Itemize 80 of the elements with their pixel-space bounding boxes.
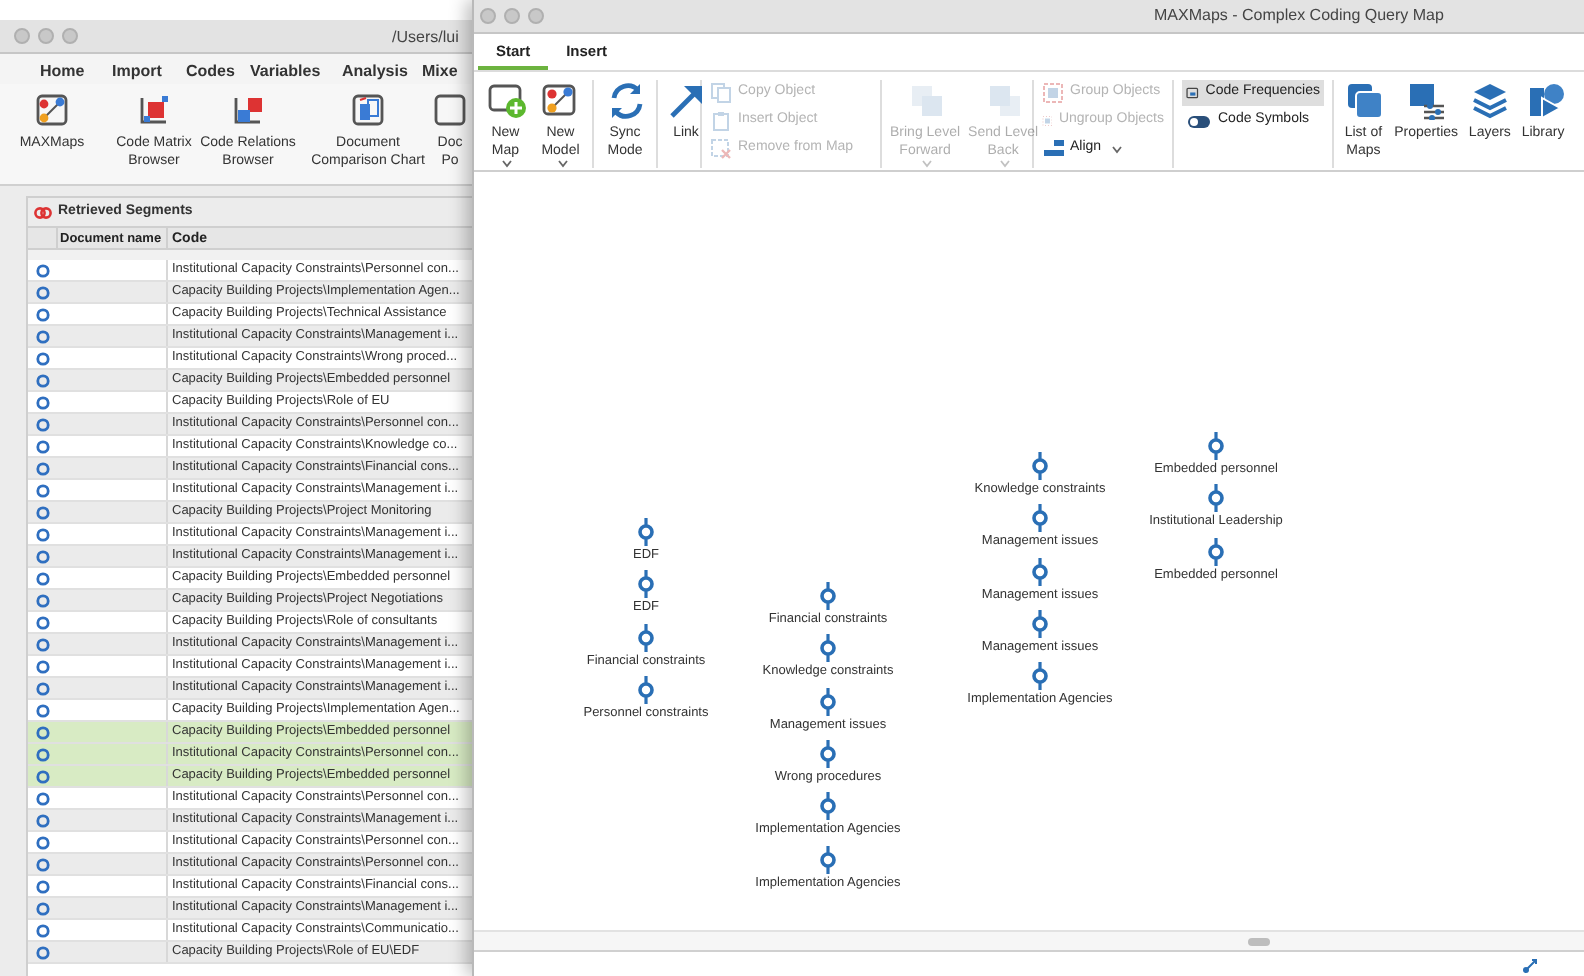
circle-icon <box>36 307 50 321</box>
clipboard-icon <box>710 110 732 132</box>
code-node-icon[interactable] <box>1208 537 1224 566</box>
circle-icon <box>36 549 50 563</box>
code-node-icon[interactable] <box>1208 432 1224 460</box>
matrix-icon <box>136 92 172 128</box>
ungroup-icon <box>1042 110 1053 132</box>
circle-icon <box>36 945 50 959</box>
code-node-icon[interactable] <box>1208 484 1224 513</box>
circle-icon <box>36 901 50 915</box>
circle-icon <box>36 923 50 937</box>
circle-icon <box>36 483 50 497</box>
group-icon <box>1042 82 1064 104</box>
remove-icon <box>710 138 732 160</box>
document-icon <box>432 92 468 128</box>
code-node-icon[interactable] <box>820 739 836 768</box>
code-node-icon[interactable] <box>1032 557 1048 586</box>
circle-icon <box>36 593 50 607</box>
frequencies-icon <box>1186 82 1200 104</box>
code-node-icon[interactable] <box>1032 609 1048 638</box>
circle-icon <box>36 263 50 277</box>
circle-icon <box>36 681 50 695</box>
code-node-icon[interactable] <box>820 845 836 873</box>
window-title: /Users/lui <box>392 26 459 50</box>
code-node-icon[interactable] <box>638 675 654 704</box>
map-add-icon <box>485 80 526 120</box>
layers-icon <box>1469 80 1510 120</box>
toggle-icon <box>1186 110 1212 132</box>
circle-icon <box>36 395 50 409</box>
properties-icon <box>1406 80 1447 120</box>
circle-icon <box>36 373 50 387</box>
menu-tab[interactable]: Home <box>40 59 112 83</box>
circle-icon <box>36 505 50 519</box>
circle-icon <box>36 417 50 431</box>
code-node-icon[interactable] <box>638 623 654 652</box>
code-node-icon[interactable] <box>1032 662 1048 691</box>
circle-icon <box>36 285 50 299</box>
circle-icon <box>36 329 50 343</box>
circle-icon <box>36 791 50 805</box>
circle-icon <box>36 725 50 739</box>
circle-icon <box>36 439 50 453</box>
code-node-icon[interactable] <box>638 518 654 546</box>
code-node-icon[interactable] <box>820 634 836 663</box>
code-node-icon[interactable] <box>820 582 836 610</box>
code-node-icon[interactable] <box>1032 504 1048 533</box>
code-node-icon[interactable] <box>638 570 654 599</box>
document-comparison-icon <box>350 92 386 128</box>
circle-icon <box>36 659 50 673</box>
relations-icon <box>230 92 266 128</box>
circle-icon <box>36 857 50 871</box>
circle-icon <box>36 879 50 893</box>
code-node-icon[interactable] <box>820 687 836 716</box>
menu-tab[interactable]: Codes <box>186 59 250 83</box>
window-title: MAXMaps - Complex Coding Query Map <box>1154 4 1444 28</box>
circle-icon <box>36 571 50 585</box>
copy-icon <box>710 82 732 104</box>
circle-icon <box>36 769 50 783</box>
circle-icon <box>36 351 50 365</box>
menu-tab[interactable]: Variables <box>250 59 342 83</box>
code-node-icon[interactable] <box>820 792 836 821</box>
code-node-icon[interactable] <box>1032 452 1048 480</box>
circle-icon <box>36 637 50 651</box>
model-icon <box>540 80 581 120</box>
menu-tab[interactable]: Import <box>112 59 186 83</box>
circle-icon <box>36 527 50 541</box>
segments-icon <box>34 203 52 221</box>
map-icon <box>34 92 70 128</box>
circle-icon <box>36 813 50 827</box>
menu-tab[interactable]: Analysis <box>342 59 422 83</box>
scrollbar-thumb[interactable] <box>1248 937 1270 945</box>
stacked-pages-icon <box>1343 80 1384 120</box>
menu-tab[interactable]: Mixe <box>422 59 470 83</box>
arrows-icon <box>1522 955 1540 973</box>
circle-icon <box>36 461 50 475</box>
circle-icon <box>36 703 50 717</box>
align-icon <box>1042 138 1064 160</box>
circle-icon <box>36 615 50 629</box>
circle-icon <box>36 835 50 849</box>
arrow-icon <box>666 80 706 120</box>
circle-icon <box>36 747 50 761</box>
